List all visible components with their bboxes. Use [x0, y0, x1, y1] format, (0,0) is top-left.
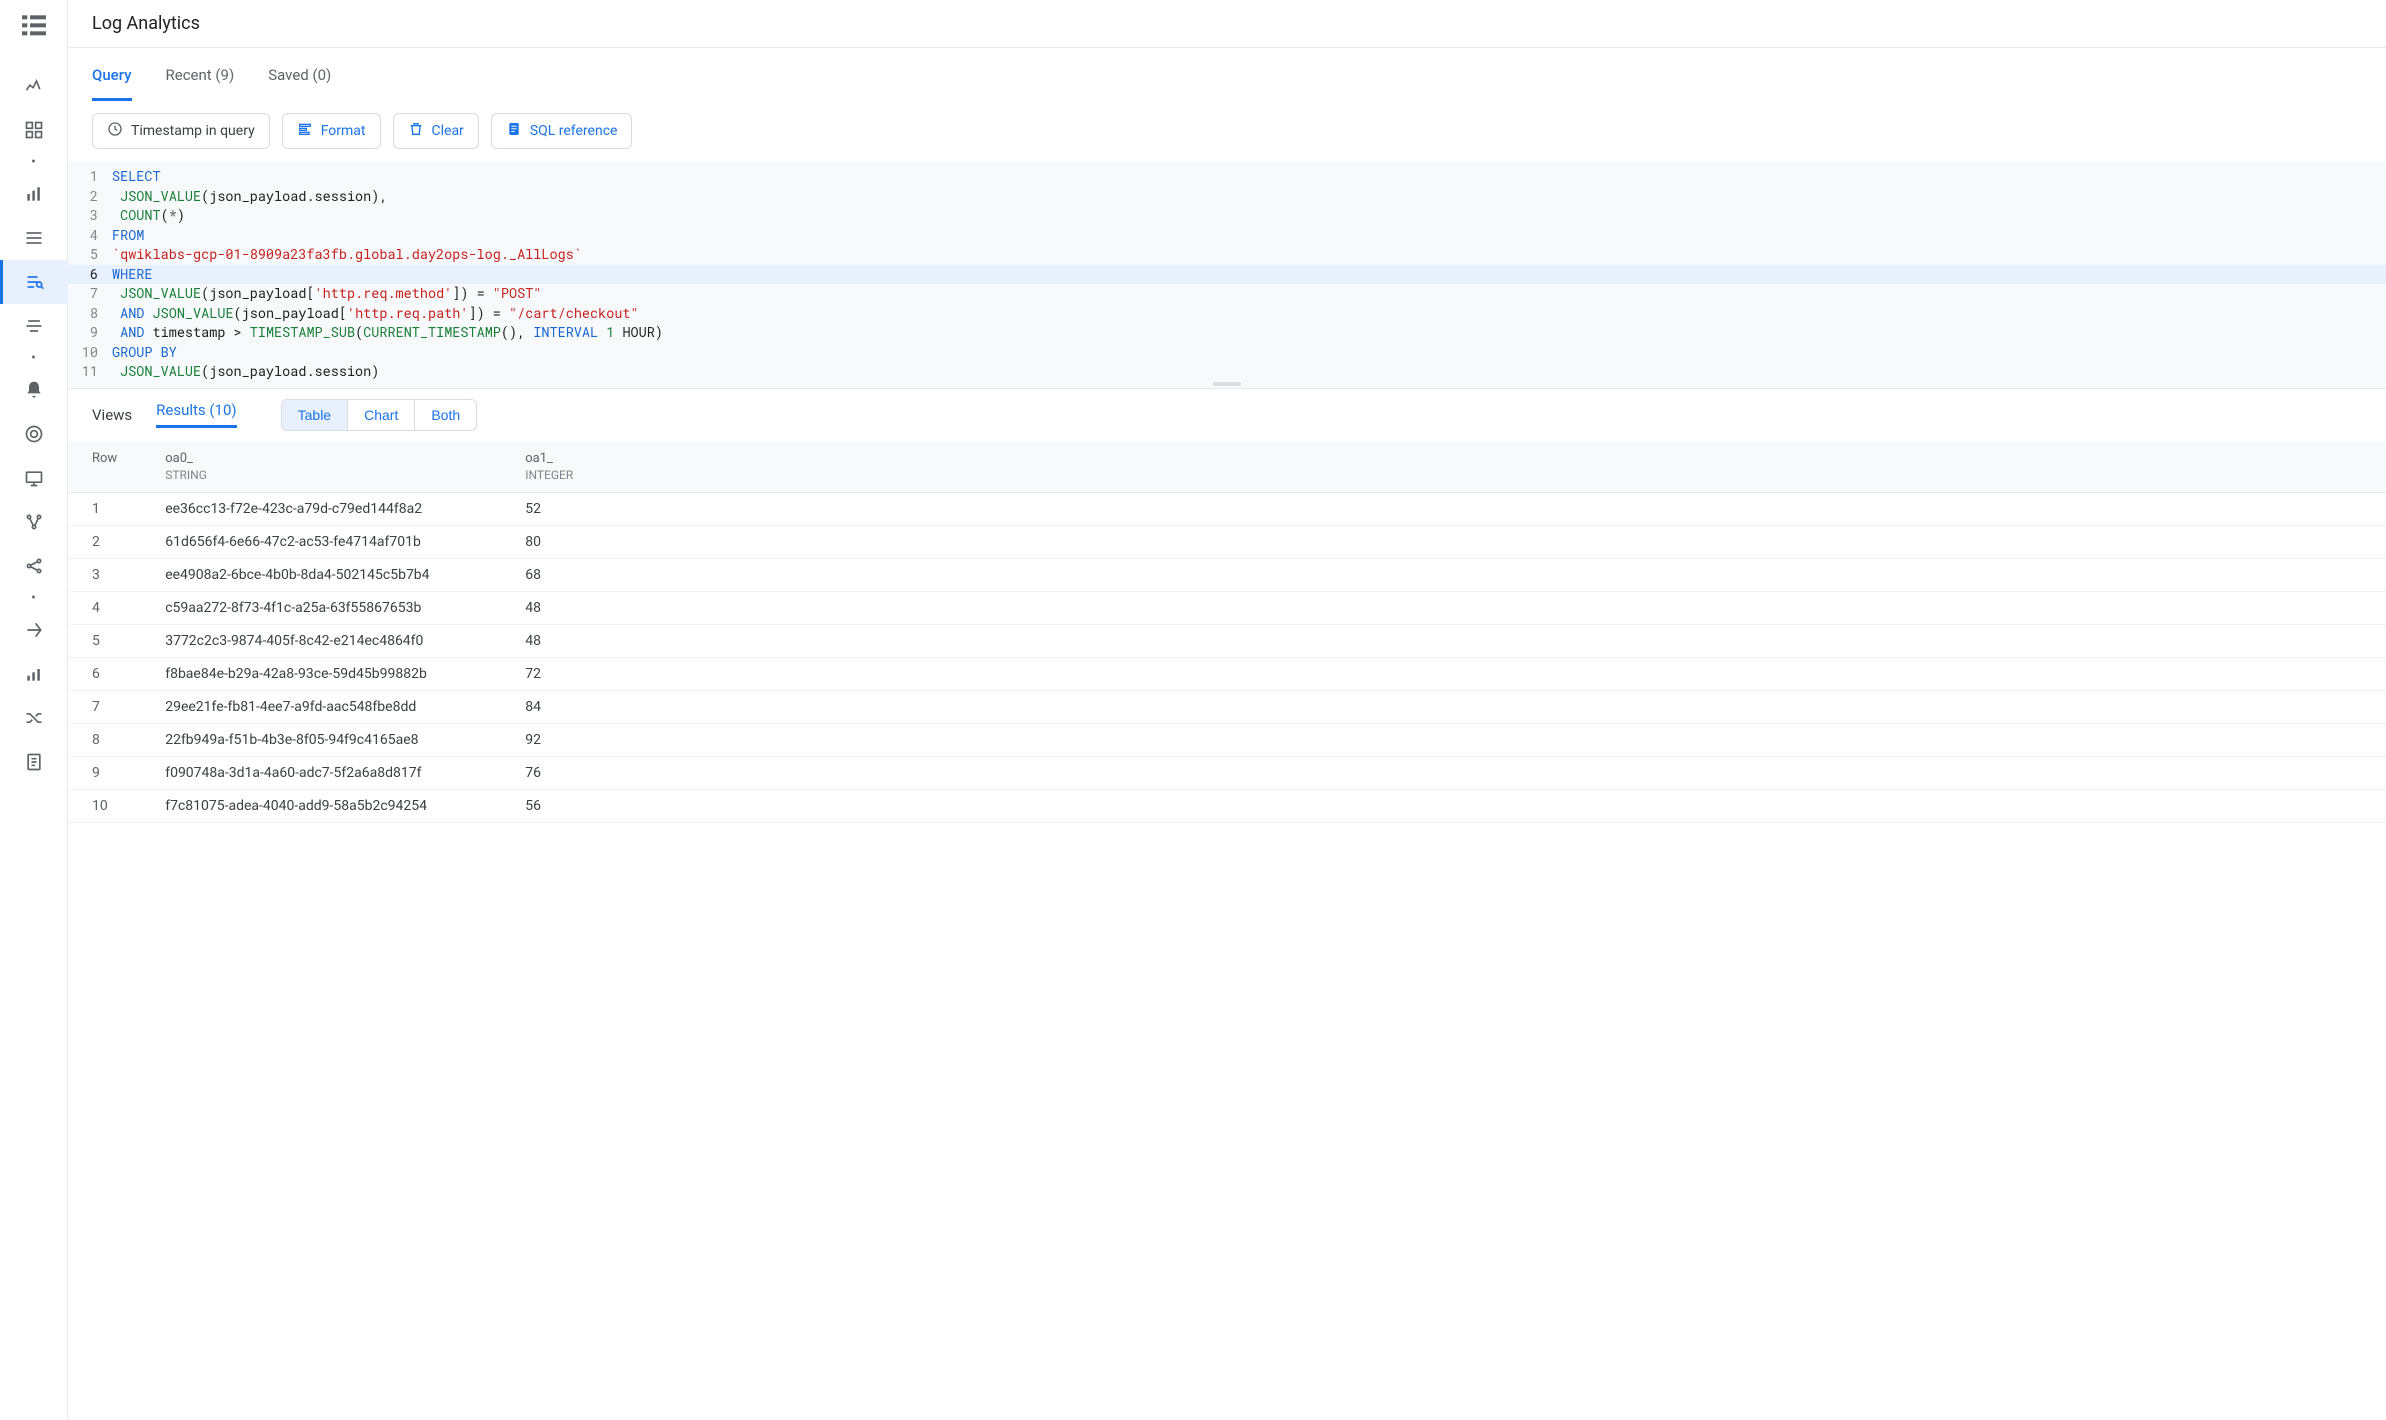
nav-shuffle[interactable]: [0, 696, 68, 740]
nav-profiler[interactable]: [0, 652, 68, 696]
nav-trace[interactable]: [0, 608, 68, 652]
col-oa1-type: INTEGER: [501, 468, 2386, 493]
format-icon: [297, 121, 313, 141]
clear-button[interactable]: Clear: [393, 113, 479, 149]
clock-icon: [107, 121, 123, 141]
sql-editor[interactable]: 1234567891011 SELECT JSON_VALUE(json_pay…: [68, 161, 2386, 388]
tab-recent[interactable]: Recent (9): [166, 66, 235, 101]
editor-toolbar: Timestamp in query Format Clear SQL refe…: [68, 101, 2386, 161]
page-title: Log Analytics: [68, 0, 2386, 48]
nav-uptime[interactable]: [0, 456, 68, 500]
results-bar: Views Results (10) Table Chart Both: [68, 388, 2386, 441]
table-row[interactable]: 6f8bae84e-b29a-42a8-93ce-59d45b99882b72: [68, 657, 2386, 690]
col-row-type: [68, 468, 141, 493]
nav-logs-explorer[interactable]: [0, 216, 68, 260]
results-tab[interactable]: Results (10): [156, 401, 236, 428]
table-row[interactable]: 822fb949a-f51b-4b3e-8f05-94f9c4165ae892: [68, 723, 2386, 756]
product-logo-icon: [18, 10, 50, 42]
nav-separator-3: •: [31, 588, 36, 608]
sql-reference-button[interactable]: SQL reference: [491, 113, 633, 149]
table-row[interactable]: 53772c2c3-9874-405f-8c42-e214ec4864f048: [68, 624, 2386, 657]
nav-slos[interactable]: [0, 500, 68, 544]
timestamp-label: Timestamp in query: [131, 123, 255, 139]
left-nav: • • •: [0, 0, 68, 1420]
editor-code[interactable]: SELECT JSON_VALUE(json_payload.session),…: [106, 161, 2386, 388]
editor-resize-handle[interactable]: [1213, 382, 1241, 386]
trash-icon: [408, 121, 424, 141]
nav-log-analytics[interactable]: [0, 260, 68, 304]
table-row[interactable]: 729ee21fe-fb81-4ee7-a9fd-aac548fbe8dd84: [68, 690, 2386, 723]
seg-chart[interactable]: Chart: [347, 400, 414, 430]
table-row[interactable]: 10f7c81075-adea-4040-add9-58a5b2c9425456: [68, 789, 2386, 822]
views-tab[interactable]: Views: [92, 406, 132, 424]
seg-both[interactable]: Both: [414, 400, 476, 430]
results-table-container[interactable]: Row oa0_ oa1_ STRING INTEGER 1ee36cc13-f…: [68, 441, 2386, 1420]
table-row[interactable]: 1ee36cc13-f72e-423c-a79d-c79ed144f8a252: [68, 492, 2386, 525]
nav-alerts[interactable]: [0, 368, 68, 412]
nav-overview[interactable]: [0, 64, 68, 108]
nav-separator-2: •: [31, 348, 36, 368]
table-row[interactable]: 261d656f4-6e66-47c2-ac53-fe4714af701b80: [68, 525, 2386, 558]
nav-error-reporting[interactable]: [0, 412, 68, 456]
editor-gutter: 1234567891011: [68, 161, 106, 388]
tab-saved[interactable]: Saved (0): [268, 66, 331, 101]
nav-metrics[interactable]: [0, 172, 68, 216]
col-oa0-type: STRING: [141, 468, 501, 493]
format-label: Format: [321, 123, 366, 139]
results-table: Row oa0_ oa1_ STRING INTEGER 1ee36cc13-f…: [68, 441, 2386, 823]
table-row[interactable]: 9f090748a-3d1a-4a60-adc7-5f2a6a8d817f76: [68, 756, 2386, 789]
view-mode-segment: Table Chart Both: [281, 399, 478, 431]
nav-separator: •: [31, 152, 36, 172]
timestamp-chip[interactable]: Timestamp in query: [92, 113, 270, 149]
document-icon: [506, 121, 522, 141]
nav-dashboards[interactable]: [0, 108, 68, 152]
table-row[interactable]: 3ee4908a2-6bce-4b0b-8da4-502145c5b7b468: [68, 558, 2386, 591]
table-row[interactable]: 4c59aa272-8f73-4f1c-a25a-63f55867653b48: [68, 591, 2386, 624]
clear-label: Clear: [432, 123, 464, 139]
nav-log-router[interactable]: [0, 304, 68, 348]
nav-integrations[interactable]: [0, 544, 68, 588]
query-tabs: Query Recent (9) Saved (0): [68, 48, 2386, 101]
col-oa0[interactable]: oa0_: [141, 441, 501, 468]
col-oa1[interactable]: oa1_: [501, 441, 2386, 468]
sql-ref-label: SQL reference: [530, 123, 618, 139]
col-row[interactable]: Row: [68, 441, 141, 468]
nav-docs[interactable]: [0, 740, 68, 784]
format-button[interactable]: Format: [282, 113, 381, 149]
tab-query[interactable]: Query: [92, 66, 132, 101]
seg-table[interactable]: Table: [282, 400, 347, 430]
